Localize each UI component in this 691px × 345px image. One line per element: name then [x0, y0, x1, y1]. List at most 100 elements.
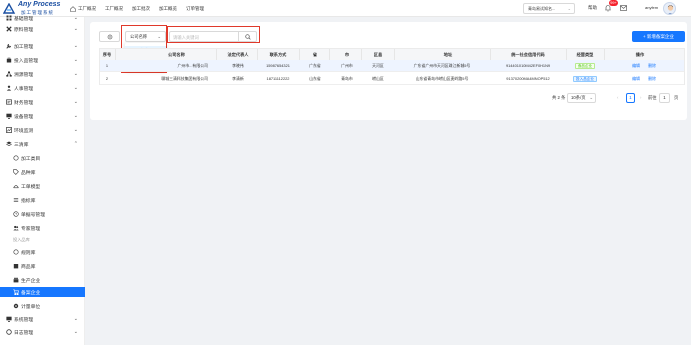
cell-province: 广东省	[309, 63, 321, 68]
model-icon	[13, 185, 19, 189]
sidebar-item-label: 投入品管理	[14, 58, 38, 64]
table-row[interactable]: 1 广州市...有限公司 李晓伟 15987654321 广东省 广州市 天河区…	[100, 60, 684, 72]
factory-icon	[13, 277, 19, 283]
chevron-down-icon: ⌄	[73, 57, 78, 63]
sidebar-item-inputs[interactable]: 投入品管理 ⌄	[0, 55, 85, 65]
sidebar-item-finance[interactable]: 财务管理 ⌄	[0, 97, 85, 107]
sidebar-item-units[interactable]: 计量单位	[0, 301, 85, 311]
cell-company: 聊城三清科技集团有限公司	[161, 76, 208, 81]
sidebar-item-products[interactable]: 商品库	[0, 261, 85, 271]
sidebar-item-label: 人事管理	[14, 86, 34, 92]
sidebar-item-processing[interactable]: 加工管理 ⌄	[0, 41, 85, 51]
sidebar-item-label: 备案企业	[21, 290, 41, 296]
sidebar-item-label: 指标库	[21, 198, 36, 204]
chevron-down-icon: ⌄	[73, 26, 78, 32]
page-size-select[interactable]: 10条/页 ⌄	[567, 93, 596, 103]
goto-page-input[interactable]: 1	[659, 93, 670, 103]
sidebar-item-variety[interactable]: 品种库	[0, 167, 85, 177]
cell-index: 1	[105, 63, 109, 68]
sidebar-item-sanqing[interactable]: 三清库 ⌃	[0, 139, 85, 149]
table-row[interactable]: 2 聊城三清科技集团有限公司 李清新 18711112222 山东省 青岛市 崂…	[100, 73, 684, 85]
sidebar-item-label: 单据号管理	[21, 212, 45, 218]
chevron-up-icon: ⌃	[73, 141, 78, 147]
topnav-item[interactable]: 工厂概况	[105, 6, 123, 12]
sidebar-item-category[interactable]: 加工类目	[0, 153, 85, 163]
chevron-down-icon: ⌄	[73, 15, 78, 21]
tag-icon	[13, 169, 19, 175]
network-icon	[6, 71, 12, 77]
sidebar-item-label: 溯源管理	[14, 72, 34, 78]
sidebar-item-workorder-model[interactable]: 工单模型	[0, 181, 85, 191]
sidebar-item-hr[interactable]: 人事管理 ⌄	[0, 83, 85, 93]
cell-city: 广州市	[341, 63, 353, 68]
sidebar-item-device[interactable]: 设备管理 ⌄	[0, 111, 85, 121]
highlight-box-search	[167, 26, 260, 43]
monitor-icon	[6, 316, 12, 322]
cell-credit-code: 914401010M42EF0H1N9	[505, 63, 551, 68]
topnav-item-home[interactable]: 工厂概况	[70, 6, 96, 12]
avatar[interactable]	[663, 2, 676, 15]
column-divider	[216, 49, 217, 60]
page-suffix-label: 页	[674, 95, 679, 100]
cell-phone: 18711112222	[266, 76, 290, 81]
sidebar-item-label: 工单模型	[21, 184, 41, 190]
table-header: 序号 公司名称 法定代表人 联系方式 省 市 区县 地址 统一社会信用代码 经营…	[100, 49, 684, 60]
logo-title: Any Process	[18, 1, 61, 8]
delete-link[interactable]: 删除	[646, 60, 658, 72]
add-enterprise-button[interactable]: + 新增备案企业	[632, 31, 685, 42]
sidebar-item-logs[interactable]: 日志管理 ⌄	[0, 327, 85, 337]
sidebar-item-system[interactable]: 系统管理 ⌄	[0, 314, 85, 324]
type-badge: 投入品企业	[573, 76, 597, 82]
gear-icon	[107, 34, 112, 39]
username[interactable]: anyfem	[645, 5, 658, 10]
delete-link[interactable]: 删除	[646, 73, 658, 85]
sidebar-item-label: 设备管理	[14, 114, 34, 120]
main-content: 公司名称 ⌄ 公司名称 法定代表人 + 新增备案企业 序号 公司名称 法定代表人…	[85, 17, 691, 345]
topnav-item[interactable]: 加工批次	[132, 6, 150, 12]
sidebar-item-experts[interactable]: 专家管理	[0, 223, 85, 233]
chevron-down-icon: ⌄	[73, 127, 78, 133]
sidebar-item-material[interactable]: 原料管理 ⌄	[0, 24, 85, 34]
sidebar-item-label: 原料管理	[14, 27, 34, 33]
enterprise-table: 序号 公司名称 法定代表人 联系方式 省 市 区县 地址 统一社会信用代码 经营…	[99, 48, 685, 85]
mail-icon[interactable]	[620, 5, 627, 11]
prev-page-button[interactable]: ‹	[617, 93, 618, 103]
chevron-down-icon: ⌄	[73, 329, 78, 335]
sidebar-item-registered-enterprises[interactable]: 备案企业	[0, 287, 85, 297]
sidebar-item-metrics[interactable]: 指标库	[0, 195, 85, 205]
sidebar: 基础管理 ⌄ 原料管理 ⌄ 加工管理 ⌄ 投入品管理 ⌄ 溯源管理 ⌄ 人事管理…	[0, 15, 85, 345]
sidebar-item-environment[interactable]: 环境监测 ⌄	[0, 125, 85, 135]
sidebar-item-trace[interactable]: 溯源管理 ⌄	[0, 69, 85, 79]
page-number-current[interactable]: 1	[626, 93, 635, 103]
column-divider	[490, 49, 491, 60]
wrench-icon	[6, 44, 11, 49]
chevron-down-icon: ⌄	[73, 71, 78, 77]
edit-link[interactable]: 编辑	[630, 60, 642, 72]
sidebar-item-label: 计量单位	[21, 304, 41, 310]
column-divider	[257, 49, 258, 60]
cell-province: 山东省	[309, 76, 321, 81]
tenant-select[interactable]: 青岛易试知名... ⌄	[523, 3, 575, 14]
sidebar-item-producers[interactable]: 生产企业	[0, 275, 85, 285]
cell-phone: 15987654321	[266, 63, 290, 68]
cell-district: 天河区	[372, 63, 384, 68]
topnav-item[interactable]: 加工概览	[159, 6, 177, 12]
chevron-down-icon: ⌄	[73, 99, 78, 105]
close-x-icon	[6, 26, 12, 32]
next-page-button[interactable]: ›	[640, 93, 641, 103]
avatar-icon	[667, 5, 674, 14]
edit-link[interactable]: 编辑	[630, 73, 642, 85]
chevron-down-icon: ⌄	[73, 43, 78, 49]
pagination-total: 共 2 条	[552, 95, 566, 100]
help-link[interactable]: 帮助	[588, 5, 597, 11]
sidebar-item-doc-number[interactable]: 单据号管理	[0, 209, 85, 219]
top-bar: Any Process 加工管理系统 工厂概况 工厂概况 加工批次 加工概览 订…	[0, 0, 691, 17]
topnav-item[interactable]: 订单管理	[186, 6, 204, 12]
page-size-value: 10条/页	[571, 95, 586, 100]
sidebar-item-rules[interactable]: 规则库	[0, 247, 85, 257]
column-settings-button[interactable]	[99, 31, 120, 42]
sidebar-item-label: 规则库	[21, 250, 36, 256]
sidebar-item-label: 基础管理	[14, 16, 34, 22]
sidebar-item-base[interactable]: 基础管理 ⌄	[0, 13, 85, 23]
topnav-label: 工厂概况	[78, 5, 96, 11]
